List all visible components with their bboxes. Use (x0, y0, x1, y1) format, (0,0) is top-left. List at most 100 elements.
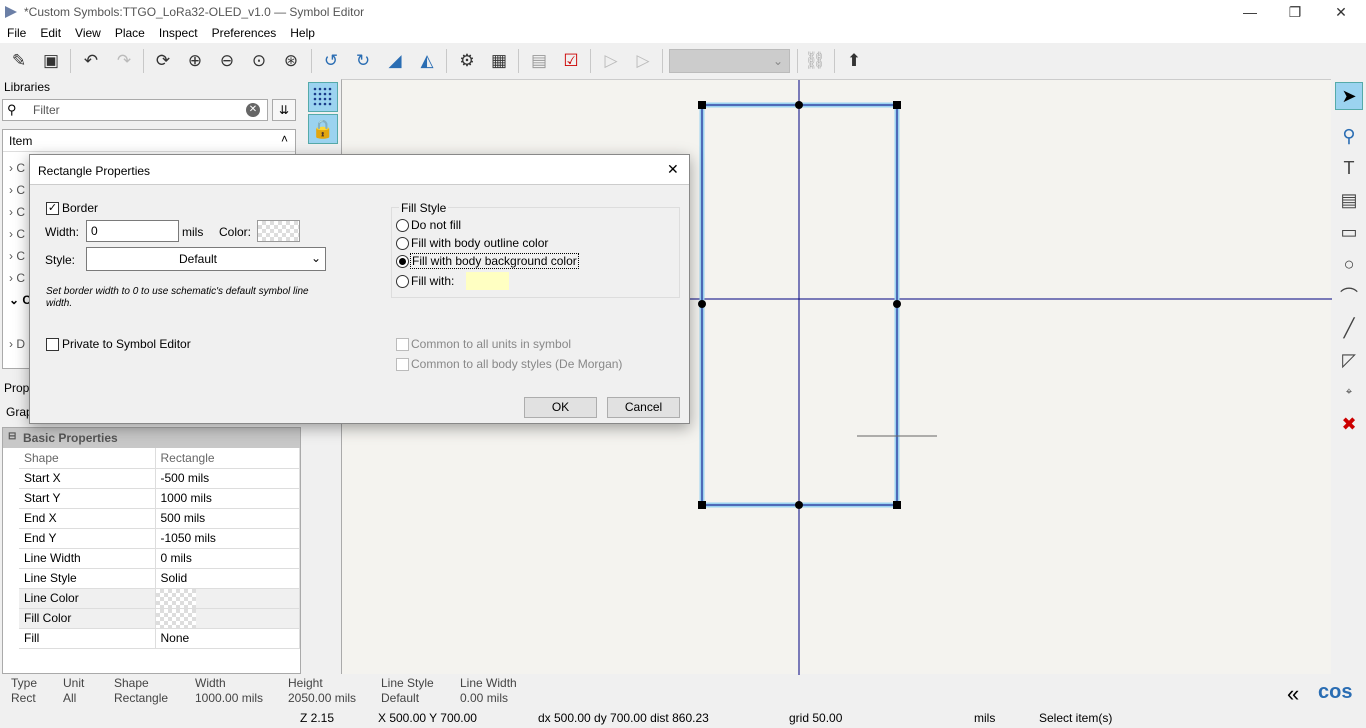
body-style-1-icon[interactable]: ▷ (597, 47, 625, 75)
anchor-icon[interactable]: ⌖ (1335, 378, 1363, 406)
add-circle-icon[interactable]: ○ (1335, 250, 1363, 278)
property-row[interactable]: End X 500 mils (19, 508, 300, 529)
close-window-button[interactable]: ✕ (1326, 2, 1356, 22)
width-input[interactable]: 0 (86, 220, 179, 242)
sort-icon[interactable]: ⇊ (272, 99, 296, 121)
body-style-2-icon[interactable]: ▷ (629, 47, 657, 75)
menu-view[interactable]: View (68, 24, 108, 40)
logo: cos (1318, 681, 1353, 703)
ok-button[interactable]: OK (524, 397, 597, 418)
collapse-panel-icon[interactable]: « (1287, 683, 1311, 708)
property-row[interactable]: Start Y 1000 mils (19, 488, 300, 509)
fill-none-radio[interactable] (396, 219, 409, 232)
pin-table-icon[interactable]: ▦ (485, 47, 513, 75)
save-icon[interactable]: ▣ (37, 47, 65, 75)
window-title: *Custom Symbols:TTGO_LoRa32-OLED_v1.0 — … (24, 5, 365, 19)
restore-button[interactable]: ❐ (1280, 2, 1310, 22)
zoom-in-icon[interactable]: ⊕ (181, 47, 209, 75)
basic-properties-section[interactable]: ⊟ Basic Properties (3, 428, 300, 448)
undo-icon[interactable]: ↶ (77, 47, 105, 75)
color-label: Color: (219, 225, 252, 239)
zoom-selection-icon[interactable]: ⊛ (277, 47, 305, 75)
common-styles-checkbox[interactable] (396, 358, 409, 371)
cancel-button[interactable]: Cancel (607, 397, 680, 418)
fill-with-radio[interactable] (396, 275, 409, 288)
add-rectangle-icon[interactable]: ▭ (1335, 218, 1363, 246)
tree-row[interactable]: › C (9, 245, 31, 267)
status-value: Rect (11, 691, 36, 705)
menu-place[interactable]: Place (108, 24, 152, 40)
grid-toggle-icon[interactable] (308, 82, 338, 112)
property-row[interactable]: End Y -1050 mils (19, 528, 300, 549)
check-symbol-icon[interactable]: ☑ (557, 47, 585, 75)
add-text-icon[interactable]: T (1335, 154, 1363, 182)
properties-grid: ⊟ Basic Properties Shape Rectangle Start X… (2, 427, 301, 674)
add-line-icon[interactable]: ╱ (1335, 314, 1363, 342)
tree-row[interactable]: › C (9, 201, 31, 223)
tree-row[interactable]: › C (9, 157, 31, 179)
rotate-cw-icon[interactable]: ↻ (349, 47, 377, 75)
tree-row[interactable]: › C (9, 179, 31, 201)
new-symbol-icon[interactable]: ✎ (5, 47, 33, 75)
menu-inspect[interactable]: Inspect (152, 24, 205, 40)
tree-row[interactable]: › C (9, 267, 31, 289)
property-row[interactable]: Line Style Solid (19, 568, 300, 589)
fill-outline-radio[interactable] (396, 237, 409, 250)
library-filter-input[interactable]: ⚲ Filter ✕ (2, 99, 268, 121)
sync-pins-icon[interactable]: ⛓ (801, 47, 829, 75)
menu-file[interactable]: File (0, 24, 33, 40)
right-toolbar: ➤ ⚲ T ▤ ▭ ○ ⌒ ╱ ◸ ⌖ ✖ (1332, 79, 1366, 674)
dialog-close-icon[interactable]: ✕ (667, 161, 679, 178)
border-checkbox[interactable]: ✓ (46, 202, 59, 215)
rectangle-properties-dialog: Rectangle Properties ✕ ✓ Border Width: 0… (29, 154, 690, 424)
lock-icon[interactable]: 🔒 (308, 114, 338, 144)
add-pin-icon[interactable]: ⚲ (1335, 122, 1363, 150)
common-units-checkbox[interactable] (396, 338, 409, 351)
current-action: Select item(s) (1039, 711, 1113, 725)
line-color-swatch[interactable] (155, 588, 196, 608)
fill-color-swatch[interactable] (466, 272, 509, 290)
tree-row[interactable]: › C (9, 223, 31, 245)
menu-help[interactable]: Help (283, 24, 322, 40)
delete-tool-icon[interactable]: ✖ (1335, 410, 1363, 438)
minimize-button[interactable]: — (1235, 2, 1265, 22)
symbol-properties-icon[interactable]: ⚙ (453, 47, 481, 75)
zoom-fit-icon[interactable]: ⊙ (245, 47, 273, 75)
property-row[interactable]: Start X -500 mils (19, 468, 300, 489)
property-row[interactable]: Fill Color (19, 608, 300, 629)
update-symbol-icon[interactable]: ⬆ (840, 47, 868, 75)
property-row[interactable]: Line Color (19, 588, 300, 609)
select-arrow-icon[interactable]: ➤ (1335, 82, 1363, 110)
property-row[interactable]: Shape Rectangle (19, 448, 300, 469)
tree-row[interactable]: ⌄ C (9, 289, 31, 311)
mirror-vertical-icon[interactable]: ◢ (381, 47, 409, 75)
status-label: Line Width (460, 676, 517, 690)
width-unit: mils (182, 225, 204, 239)
unit-select[interactable]: ⌄ (669, 49, 790, 73)
clear-filter-icon[interactable]: ✕ (246, 103, 260, 117)
chevron-down-icon: ⌄ (772, 54, 783, 68)
refresh-icon[interactable]: ⟳ (149, 47, 177, 75)
add-polygon-icon[interactable]: ◸ (1335, 346, 1363, 374)
private-label: Private to Symbol Editor (62, 337, 191, 351)
menu-preferences[interactable]: Preferences (205, 24, 284, 40)
property-row[interactable]: Line Width 0 mils (19, 548, 300, 569)
mirror-horizontal-icon[interactable]: ◭ (413, 47, 441, 75)
redo-icon[interactable]: ↷ (110, 47, 138, 75)
property-row[interactable]: Fill None (19, 628, 300, 649)
tree-row[interactable]: › D (9, 333, 31, 355)
datasheet-icon[interactable]: ▤ (525, 47, 553, 75)
zoom-out-icon[interactable]: ⊖ (213, 47, 241, 75)
add-textbox-icon[interactable]: ▤ (1335, 186, 1363, 214)
item-column-header[interactable]: Item ˄ (3, 130, 295, 152)
style-select[interactable]: Default ⌄ (86, 247, 326, 271)
menu-edit[interactable]: Edit (33, 24, 68, 40)
rotate-ccw-icon[interactable]: ↺ (317, 47, 345, 75)
dialog-header: Rectangle Properties ✕ (30, 155, 689, 185)
libraries-header: Libraries (4, 80, 51, 94)
fill-background-radio[interactable] (396, 255, 409, 268)
border-color-swatch[interactable] (257, 220, 300, 242)
fill-color-swatch[interactable] (155, 608, 196, 628)
private-checkbox[interactable] (46, 338, 59, 351)
add-arc-icon[interactable]: ⌒ (1335, 282, 1363, 310)
